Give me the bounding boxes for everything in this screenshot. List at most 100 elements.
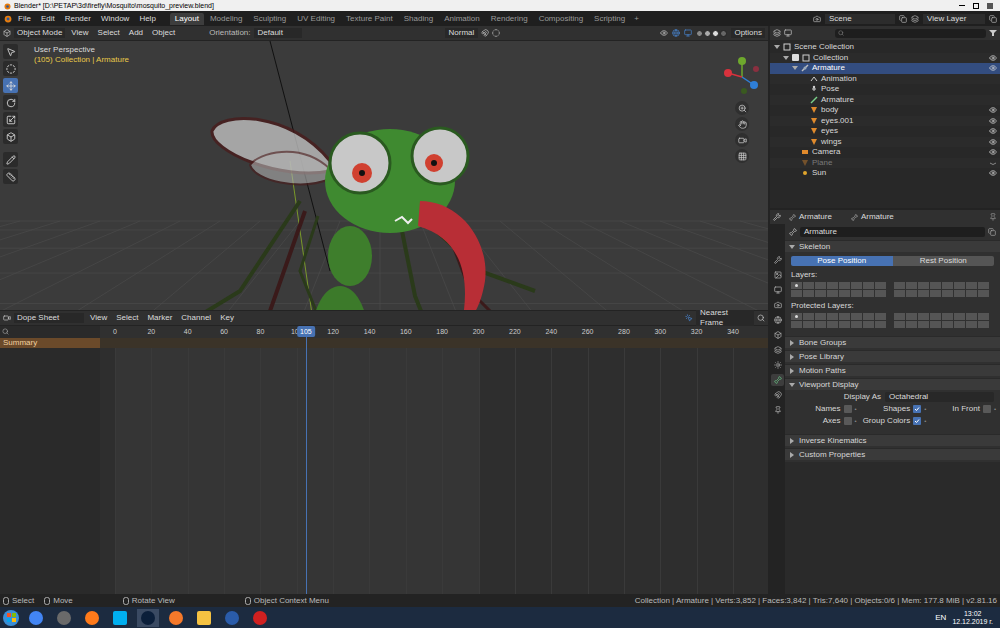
workspace-tab[interactable]: Shading (399, 13, 438, 25)
add-workspace-button[interactable]: + (631, 14, 642, 24)
layer-button[interactable] (966, 313, 977, 320)
only-selected-icon[interactable] (685, 314, 693, 322)
menu-item[interactable]: File (14, 14, 35, 24)
checkbox[interactable] (844, 405, 852, 413)
new-view-layer-icon[interactable] (989, 15, 997, 23)
collapsed-arrow-icon[interactable] (789, 368, 795, 374)
checkbox[interactable] (983, 405, 991, 413)
grid-icon[interactable] (738, 152, 747, 161)
taskbar-app-icon[interactable] (81, 609, 103, 627)
editor-dropdown[interactable]: Dope Sheet (14, 313, 84, 323)
viewport-menu-item[interactable]: View (68, 28, 91, 38)
layer-button[interactable] (863, 290, 874, 297)
layer-button[interactable] (863, 282, 874, 289)
layer-button[interactable] (978, 313, 989, 320)
camera-view-icon[interactable] (738, 136, 747, 145)
menu-item[interactable]: Window (97, 14, 133, 24)
layer-button[interactable] (791, 290, 802, 297)
checkbox[interactable] (913, 405, 921, 413)
gizmo-icon[interactable] (672, 29, 680, 37)
collapsed-arrow-icon[interactable] (789, 354, 795, 360)
layer-button[interactable] (875, 313, 886, 320)
layer-button[interactable] (930, 321, 941, 328)
display-as-dropdown[interactable]: Octahedral (885, 392, 994, 402)
layer-button[interactable] (827, 282, 838, 289)
expanded-arrow-icon[interactable] (792, 65, 798, 71)
properties-tab-icon[interactable] (774, 256, 782, 264)
workspace-tab[interactable]: Sculpting (248, 13, 291, 25)
options-dropdown[interactable]: Options (731, 28, 765, 38)
layer-button[interactable] (942, 290, 953, 297)
workspace-tab[interactable]: Layout (170, 13, 204, 25)
current-frame-badge[interactable]: 105 (297, 326, 315, 337)
expanded-arrow-icon[interactable] (783, 55, 789, 61)
layer-button[interactable] (894, 313, 905, 320)
visibility-eye-icon[interactable] (989, 148, 997, 156)
taskbar-app-icon[interactable] (25, 609, 47, 627)
panel-section-header[interactable]: Inverse Kinematics (785, 434, 1000, 446)
layer-button[interactable] (803, 321, 814, 328)
expanded-arrow-icon[interactable] (789, 244, 795, 250)
timeline-menu-item[interactable]: Marker (144, 313, 175, 323)
taskbar-app-icon[interactable] (249, 609, 271, 627)
outliner-row[interactable]: Plane (770, 158, 1000, 169)
editor-type-icon[interactable] (3, 314, 11, 322)
shading-mode-button[interactable] (720, 30, 727, 37)
outliner-row[interactable]: Sun (770, 168, 1000, 179)
visibility-eye-icon[interactable] (989, 54, 997, 62)
layer-button[interactable] (851, 282, 862, 289)
layer-button[interactable] (839, 282, 850, 289)
viewport-menu-item[interactable]: Select (95, 28, 123, 38)
panel-section-header[interactable]: Motion Paths (785, 364, 1000, 376)
layer-button[interactable] (918, 282, 929, 289)
taskbar-app-icon[interactable] (221, 609, 243, 627)
visibility-eye-icon[interactable] (989, 127, 997, 135)
timeline-menu-item[interactable]: Key (217, 313, 237, 323)
channel-search-icon[interactable] (2, 328, 9, 335)
datablock-name-field[interactable]: Armature (800, 227, 985, 237)
outliner-row[interactable]: Scene Collection (770, 42, 1000, 53)
layer-button[interactable] (894, 321, 905, 328)
outliner-row[interactable]: Camera (770, 147, 1000, 158)
start-button[interactable] (3, 610, 19, 626)
layer-button[interactable] (851, 290, 862, 297)
taskbar-app-icon[interactable] (165, 609, 187, 627)
layer-button[interactable] (827, 321, 838, 328)
panel-section-header[interactable]: Skeleton (785, 240, 1000, 252)
layer-button[interactable] (930, 282, 941, 289)
layer-button[interactable] (815, 313, 826, 320)
panel-section-header[interactable]: Viewport Display (785, 378, 1000, 390)
filter-icon[interactable] (757, 314, 765, 322)
shading-mode-button[interactable] (712, 30, 719, 37)
display-mode-icon[interactable] (784, 29, 792, 37)
shading-mode-button[interactable] (704, 30, 711, 37)
layer-button[interactable] (942, 321, 953, 328)
layer-button[interactable] (863, 321, 874, 328)
checkbox-field[interactable]: In Front• (928, 404, 996, 414)
layer-button[interactable] (918, 313, 929, 320)
outliner-row[interactable]: wings (770, 137, 1000, 148)
3d-viewport[interactable]: User Perspective(105) Collection | Armat… (0, 41, 768, 310)
hidden-eye-icon[interactable] (989, 159, 997, 167)
outliner-row[interactable]: Pose (770, 84, 1000, 95)
layer-button[interactable] (827, 313, 838, 320)
properties-tab-icon[interactable] (774, 346, 782, 354)
workspace-tab[interactable]: Compositing (534, 13, 588, 25)
layer-button[interactable] (942, 313, 953, 320)
layer-button[interactable] (966, 290, 977, 297)
timeline-menu-item[interactable]: Channel (178, 313, 214, 323)
taskbar-app-icon[interactable] (137, 609, 159, 627)
playhead-line[interactable] (306, 336, 307, 595)
pin-icon[interactable] (989, 213, 997, 221)
workspace-tab[interactable]: Animation (439, 13, 485, 25)
scene-field[interactable]: Scene (825, 14, 895, 24)
cursor-tool-icon[interactable] (6, 64, 16, 74)
properties-tab-icon[interactable] (774, 361, 782, 369)
layer-button[interactable] (906, 282, 917, 289)
layer-button[interactable] (827, 290, 838, 297)
rotate-tool-icon[interactable] (6, 98, 16, 108)
measure-tool-icon[interactable] (6, 172, 16, 182)
layer-button[interactable] (930, 313, 941, 320)
properties-tab-icon[interactable] (774, 286, 782, 294)
editor-type-icon[interactable] (773, 29, 781, 37)
